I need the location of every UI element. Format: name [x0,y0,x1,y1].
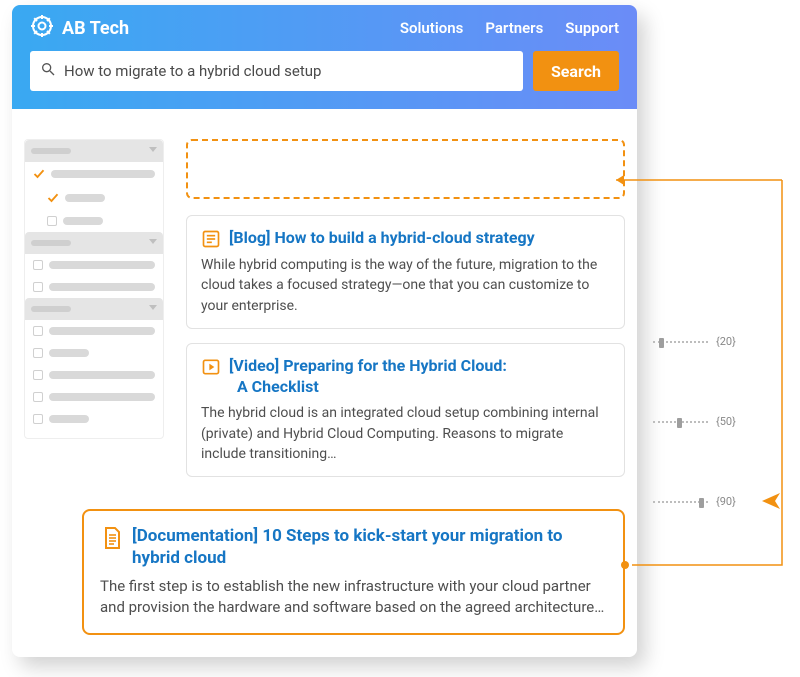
document-icon [100,526,124,550]
top-nav: Solutions Partners Support [400,19,619,37]
filter-item[interactable] [25,276,163,298]
filter-item-checked[interactable] [25,162,163,186]
filter-item-checked[interactable] [25,186,163,210]
result-card-documentation[interactable]: [Documentation] 10 Steps to kick-start y… [82,509,625,635]
chevron-down-icon [149,305,157,310]
filter-item[interactable] [25,364,163,386]
result-snippet: While hybrid computing is the way of the… [201,255,610,316]
relevance-slider-3[interactable]: {90} [653,495,736,508]
result-placeholder-slot [186,139,625,199]
filter-group-header[interactable] [25,232,163,254]
plane-icon [760,489,784,517]
chevron-down-icon [149,239,157,244]
relevance-slider-1[interactable]: {20} [653,335,736,348]
result-card-video[interactable]: [Video] Preparing for the Hybrid Cloud: … [186,343,625,477]
result-snippet: The hybrid cloud is an integrated cloud … [201,403,610,464]
filter-group-header[interactable] [25,298,163,320]
nav-partners[interactable]: Partners [485,19,543,37]
chevron-down-icon [149,147,157,152]
result-title: [Documentation] 10 Steps to kick-start y… [132,525,607,569]
search-input[interactable] [56,62,513,80]
content: [Blog] How to build a hybrid-cloud strat… [12,109,637,509]
blog-icon [201,229,221,249]
result-card-blog[interactable]: [Blog] How to build a hybrid-cloud strat… [186,215,625,329]
brand: AB Tech [30,14,129,43]
filter-item[interactable] [25,254,163,276]
app-window: AB Tech Solutions Partners Support Searc… [12,5,637,657]
gear-icon [30,14,54,43]
filters-sidebar [24,139,164,439]
search-input-wrap [30,51,523,91]
check-icon [47,192,59,204]
filter-item[interactable] [25,320,163,342]
check-icon [33,168,45,180]
filter-item[interactable] [25,342,163,364]
nav-support[interactable]: Support [565,19,619,37]
filter-item[interactable] [25,210,163,232]
nav-solutions[interactable]: Solutions [400,19,463,37]
slider-value: {50} [716,415,736,428]
result-title: [Blog] How to build a hybrid-cloud strat… [229,228,535,249]
result-snippet: The first step is to establish the new i… [100,576,607,620]
filter-item[interactable] [25,386,163,408]
filter-item[interactable] [25,408,163,430]
result-title: [Video] Preparing for the Hybrid Cloud: … [229,356,507,398]
brand-name: AB Tech [62,18,129,39]
relevance-slider-2[interactable]: {50} [653,415,736,428]
results-list: [Blog] How to build a hybrid-cloud strat… [186,139,625,491]
slider-value: {20} [716,335,736,348]
video-icon [201,357,221,377]
search-row: Search [12,51,637,109]
slider-value: {90} [716,495,736,508]
filter-group-header[interactable] [25,140,163,162]
search-icon [40,61,56,81]
search-button[interactable]: Search [533,51,619,91]
topbar: AB Tech Solutions Partners Support [12,5,637,51]
